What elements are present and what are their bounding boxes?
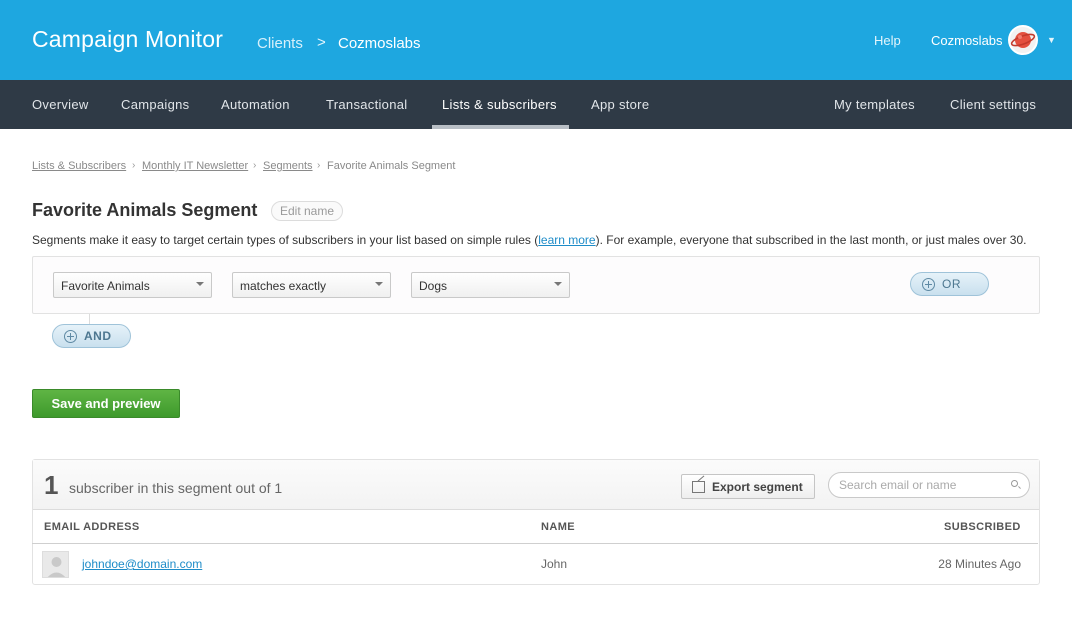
search-icon[interactable]: [1011, 480, 1018, 487]
nav-campaigns[interactable]: Campaigns: [121, 97, 189, 112]
export-segment-button[interactable]: Export segment: [681, 474, 815, 499]
breadcrumb-lists[interactable]: Lists & Subscribers: [32, 160, 126, 172]
breadcrumb-chevron-icon: >: [317, 34, 326, 51]
current-client-link[interactable]: Cozmoslabs: [338, 35, 421, 52]
column-header-subscribed[interactable]: SUBSCRIBED: [944, 521, 1021, 533]
caret-down-icon[interactable]: ▼: [1047, 35, 1056, 45]
breadcrumb-separator: ›: [132, 160, 136, 171]
value-select[interactable]: Dogs: [411, 272, 570, 298]
page-title: Favorite Animals Segment: [32, 200, 258, 220]
subscriber-count-text: subscriber in this segment out of 1: [69, 480, 283, 496]
learn-more-link[interactable]: learn more: [538, 233, 595, 247]
user-menu-name[interactable]: Cozmoslabs: [931, 33, 1003, 48]
subscriber-date: 28 Minutes Ago: [938, 557, 1021, 571]
planet-icon[interactable]: [1008, 25, 1038, 55]
search-box[interactable]: [828, 472, 1030, 498]
active-tab-indicator: [432, 125, 569, 129]
field-select[interactable]: Favorite Animals: [53, 272, 212, 298]
segment-description: Segments make it easy to target certain …: [32, 233, 1027, 247]
edit-name-button[interactable]: Edit name: [271, 201, 344, 221]
subscriber-avatar: [42, 551, 69, 578]
dropdown-arrow-icon: [375, 282, 383, 286]
help-link[interactable]: Help: [874, 33, 901, 48]
subscriber-email-link[interactable]: johndoe@domain.com: [82, 557, 202, 571]
subscriber-name: John: [541, 557, 568, 571]
nav-client-settings[interactable]: Client settings: [950, 97, 1036, 112]
save-and-preview-button[interactable]: Save and preview: [32, 389, 180, 418]
main-nav: Overview Campaigns Automation Transactio…: [0, 80, 1072, 129]
top-header: Campaign Monitor Clients > Cozmoslabs He…: [0, 0, 1072, 80]
and-button[interactable]: AND: [52, 324, 131, 348]
dropdown-arrow-icon: [196, 282, 204, 286]
search-input[interactable]: [839, 477, 1009, 493]
breadcrumb-segments[interactable]: Segments: [263, 160, 313, 172]
nav-my-templates[interactable]: My templates: [834, 97, 915, 112]
column-header-email[interactable]: EMAIL ADDRESS: [44, 521, 140, 533]
dropdown-arrow-icon: [554, 282, 562, 286]
export-icon: [692, 481, 705, 493]
nav-app-store[interactable]: App store: [591, 97, 649, 112]
breadcrumb-separator: ›: [253, 160, 257, 171]
breadcrumb-current: Favorite Animals Segment: [327, 160, 456, 172]
plus-circle-icon: [64, 330, 77, 343]
nav-transactional[interactable]: Transactional: [326, 97, 407, 112]
breadcrumb-list-name[interactable]: Monthly IT Newsletter: [142, 160, 248, 172]
breadcrumb-separator: ›: [317, 160, 321, 171]
operator-select[interactable]: matches exactly: [232, 272, 391, 298]
column-header-name[interactable]: NAME: [541, 521, 575, 533]
clients-link[interactable]: Clients: [257, 35, 303, 52]
or-button[interactable]: OR: [910, 272, 989, 296]
table-header-divider: [32, 543, 1038, 544]
nav-automation[interactable]: Automation: [221, 97, 290, 112]
brand-logo[interactable]: Campaign Monitor: [32, 26, 223, 53]
plus-circle-icon: [922, 278, 935, 291]
subscriber-count: 1: [44, 470, 59, 500]
nav-overview[interactable]: Overview: [32, 97, 89, 112]
nav-lists-subscribers[interactable]: Lists & subscribers: [442, 97, 557, 112]
